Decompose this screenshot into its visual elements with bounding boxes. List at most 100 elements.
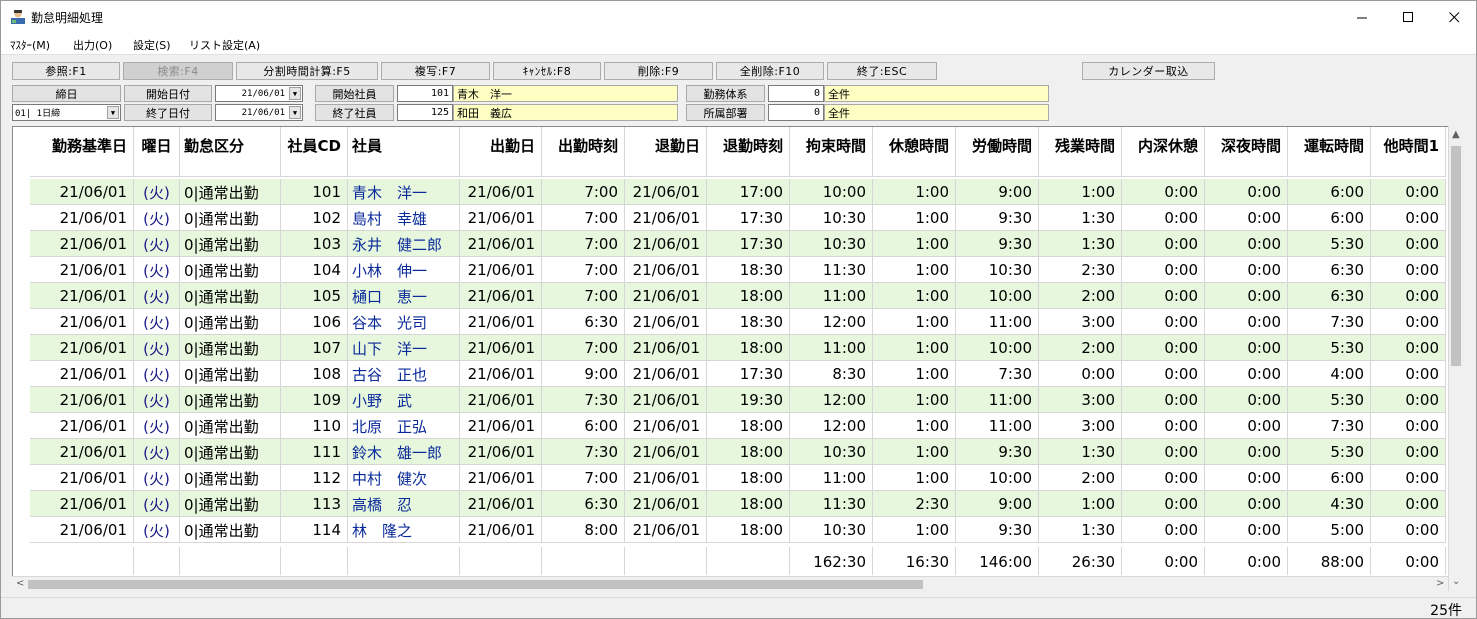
- cell-bound-time[interactable]: 11:00: [790, 283, 873, 309]
- cell-driving-time[interactable]: 4:00: [1288, 361, 1371, 387]
- cell-night-time[interactable]: 0:00: [1205, 465, 1288, 491]
- minimize-button[interactable]: [1339, 1, 1385, 33]
- cell-attendance-type[interactable]: 0|通常出勤: [180, 387, 281, 413]
- calendar-import-button[interactable]: カレンダー取込: [1082, 62, 1215, 80]
- cell-work-date[interactable]: 21/06/01: [460, 491, 542, 517]
- cell-bound-time[interactable]: 10:30: [790, 205, 873, 231]
- cell-work-date[interactable]: 21/06/01: [460, 335, 542, 361]
- cell-driving-time[interactable]: 6:00: [1288, 465, 1371, 491]
- cell-work-date[interactable]: 21/06/01: [460, 179, 542, 205]
- cell-late-break[interactable]: 0:00: [1122, 179, 1205, 205]
- cell-work-time[interactable]: 11:00: [956, 387, 1039, 413]
- cell-clock-out[interactable]: 18:00: [707, 465, 790, 491]
- cell-break-time[interactable]: 1:00: [873, 465, 956, 491]
- cell-attendance-type[interactable]: 0|通常出勤: [180, 283, 281, 309]
- cell-bound-time[interactable]: 11:00: [790, 335, 873, 361]
- cell-late-break[interactable]: 0:00: [1122, 413, 1205, 439]
- cell-leave-date[interactable]: 21/06/01: [625, 491, 707, 517]
- cell-weekday[interactable]: (火): [134, 361, 180, 387]
- cell-break-time[interactable]: 1:00: [873, 257, 956, 283]
- horizontal-scrollbar[interactable]: < >: [12, 576, 1448, 591]
- cell-clock-out[interactable]: 18:00: [707, 335, 790, 361]
- cell-work-time[interactable]: 9:00: [956, 179, 1039, 205]
- calendar-dropdown-icon[interactable]: ▼: [289, 87, 301, 100]
- menu-settings[interactable]: 設定(S): [133, 37, 171, 53]
- search-button[interactable]: 検索:F4: [123, 62, 233, 80]
- copy-button[interactable]: 複写:F7: [381, 62, 490, 80]
- cell-other-time-1[interactable]: 0:00: [1371, 439, 1446, 465]
- cell-overtime[interactable]: 1:00: [1039, 491, 1122, 517]
- cell-work-date[interactable]: 21/06/01: [460, 309, 542, 335]
- cell-attendance-type[interactable]: 0|通常出勤: [180, 361, 281, 387]
- cell-overtime[interactable]: 3:00: [1039, 309, 1122, 335]
- cell-employee-code[interactable]: 113: [281, 491, 348, 517]
- work-system-code-input[interactable]: 0: [768, 85, 824, 102]
- cell-attendance-type[interactable]: 0|通常出勤: [180, 517, 281, 543]
- cell-employee-code[interactable]: 106: [281, 309, 348, 335]
- cell-leave-date[interactable]: 21/06/01: [625, 387, 707, 413]
- cell-clock-in[interactable]: 7:00: [542, 179, 625, 205]
- cell-clock-in[interactable]: 7:00: [542, 205, 625, 231]
- cell-work-time[interactable]: 9:30: [956, 439, 1039, 465]
- header-clock-out[interactable]: 退勤時刻: [707, 127, 790, 177]
- cell-clock-out[interactable]: 19:30: [707, 387, 790, 413]
- header-employee-code[interactable]: 社員CD: [281, 127, 348, 177]
- header-leave-date[interactable]: 退勤日: [625, 127, 707, 177]
- table-row[interactable]: 21/06/01 (火) 0|通常出勤 110 北原 正弘 21/06/01 6:00 21/…: [30, 413, 1446, 439]
- cell-employee-name[interactable]: 島村 幸雄: [348, 205, 460, 231]
- cell-weekday[interactable]: (火): [134, 231, 180, 257]
- cell-employee-name[interactable]: 樋口 恵一: [348, 283, 460, 309]
- cell-overtime[interactable]: 0:00: [1039, 361, 1122, 387]
- cell-employee-name[interactable]: 小林 伸一: [348, 257, 460, 283]
- cell-work-date[interactable]: 21/06/01: [460, 517, 542, 543]
- cell-employee-code[interactable]: 111: [281, 439, 348, 465]
- cell-attendance-type[interactable]: 0|通常出勤: [180, 335, 281, 361]
- table-row[interactable]: 21/06/01 (火) 0|通常出勤 108 古谷 正也 21/06/01 9:00 21/…: [30, 361, 1446, 387]
- cell-other-time-1[interactable]: 0:00: [1371, 335, 1446, 361]
- menu-output[interactable]: 出力(O): [73, 37, 112, 53]
- menu-list-settings[interactable]: リスト設定(A): [189, 37, 260, 53]
- cell-work-time[interactable]: 9:30: [956, 205, 1039, 231]
- cell-overtime[interactable]: 2:00: [1039, 465, 1122, 491]
- cell-work-time[interactable]: 10:00: [956, 283, 1039, 309]
- cell-employee-name[interactable]: 小野 武: [348, 387, 460, 413]
- cell-late-break[interactable]: 0:00: [1122, 387, 1205, 413]
- cell-employee-name[interactable]: 青木 洋一: [348, 179, 460, 205]
- cell-leave-date[interactable]: 21/06/01: [625, 179, 707, 205]
- cell-clock-in[interactable]: 7:00: [542, 335, 625, 361]
- cell-work-time[interactable]: 11:00: [956, 309, 1039, 335]
- header-attendance-type[interactable]: 勤怠区分: [180, 127, 281, 177]
- cell-weekday[interactable]: (火): [134, 257, 180, 283]
- vertical-scroll-thumb[interactable]: [1451, 146, 1461, 366]
- cell-employee-code[interactable]: 110: [281, 413, 348, 439]
- cell-attendance-type[interactable]: 0|通常出勤: [180, 491, 281, 517]
- delete-all-button[interactable]: 全削除:F10: [716, 62, 824, 80]
- cell-work-time[interactable]: 9:30: [956, 517, 1039, 543]
- cell-attendance-type[interactable]: 0|通常出勤: [180, 179, 281, 205]
- cell-other-time-1[interactable]: 0:00: [1371, 257, 1446, 283]
- cell-employee-code[interactable]: 103: [281, 231, 348, 257]
- cell-night-time[interactable]: 0:00: [1205, 205, 1288, 231]
- cell-driving-time[interactable]: 5:30: [1288, 231, 1371, 257]
- cell-clock-in[interactable]: 6:30: [542, 491, 625, 517]
- cell-driving-time[interactable]: 6:30: [1288, 283, 1371, 309]
- cell-employee-code[interactable]: 114: [281, 517, 348, 543]
- scroll-left-icon[interactable]: <: [16, 578, 24, 589]
- cell-weekday[interactable]: (火): [134, 439, 180, 465]
- cell-other-time-1[interactable]: 0:00: [1371, 309, 1446, 335]
- table-row[interactable]: 21/06/01 (火) 0|通常出勤 114 林 隆之 21/06/01 8:00 21/0…: [30, 517, 1446, 543]
- cell-driving-time[interactable]: 6:00: [1288, 179, 1371, 205]
- cell-overtime[interactable]: 1:30: [1039, 205, 1122, 231]
- cell-weekday[interactable]: (火): [134, 413, 180, 439]
- cell-late-break[interactable]: 0:00: [1122, 231, 1205, 257]
- cell-work-time[interactable]: 11:00: [956, 413, 1039, 439]
- cell-break-time[interactable]: 1:00: [873, 387, 956, 413]
- table-row[interactable]: 21/06/01 (火) 0|通常出勤 113 高橋 忍 21/06/01 6:30 21/0…: [30, 491, 1446, 517]
- cell-work-time[interactable]: 7:30: [956, 361, 1039, 387]
- cell-other-time-1[interactable]: 0:00: [1371, 517, 1446, 543]
- table-row[interactable]: 21/06/01 (火) 0|通常出勤 104 小林 伸一 21/06/01 7:00 21/…: [30, 257, 1446, 283]
- cell-overtime[interactable]: 1:30: [1039, 231, 1122, 257]
- cell-late-break[interactable]: 0:00: [1122, 257, 1205, 283]
- cell-leave-date[interactable]: 21/06/01: [625, 205, 707, 231]
- attendance-grid[interactable]: 勤務基準日 曜日 勤怠区分 社員CD 社員 出勤日 出勤時刻 退勤日 退勤時刻 拘束時間 休憩時間労…: [12, 126, 1463, 591]
